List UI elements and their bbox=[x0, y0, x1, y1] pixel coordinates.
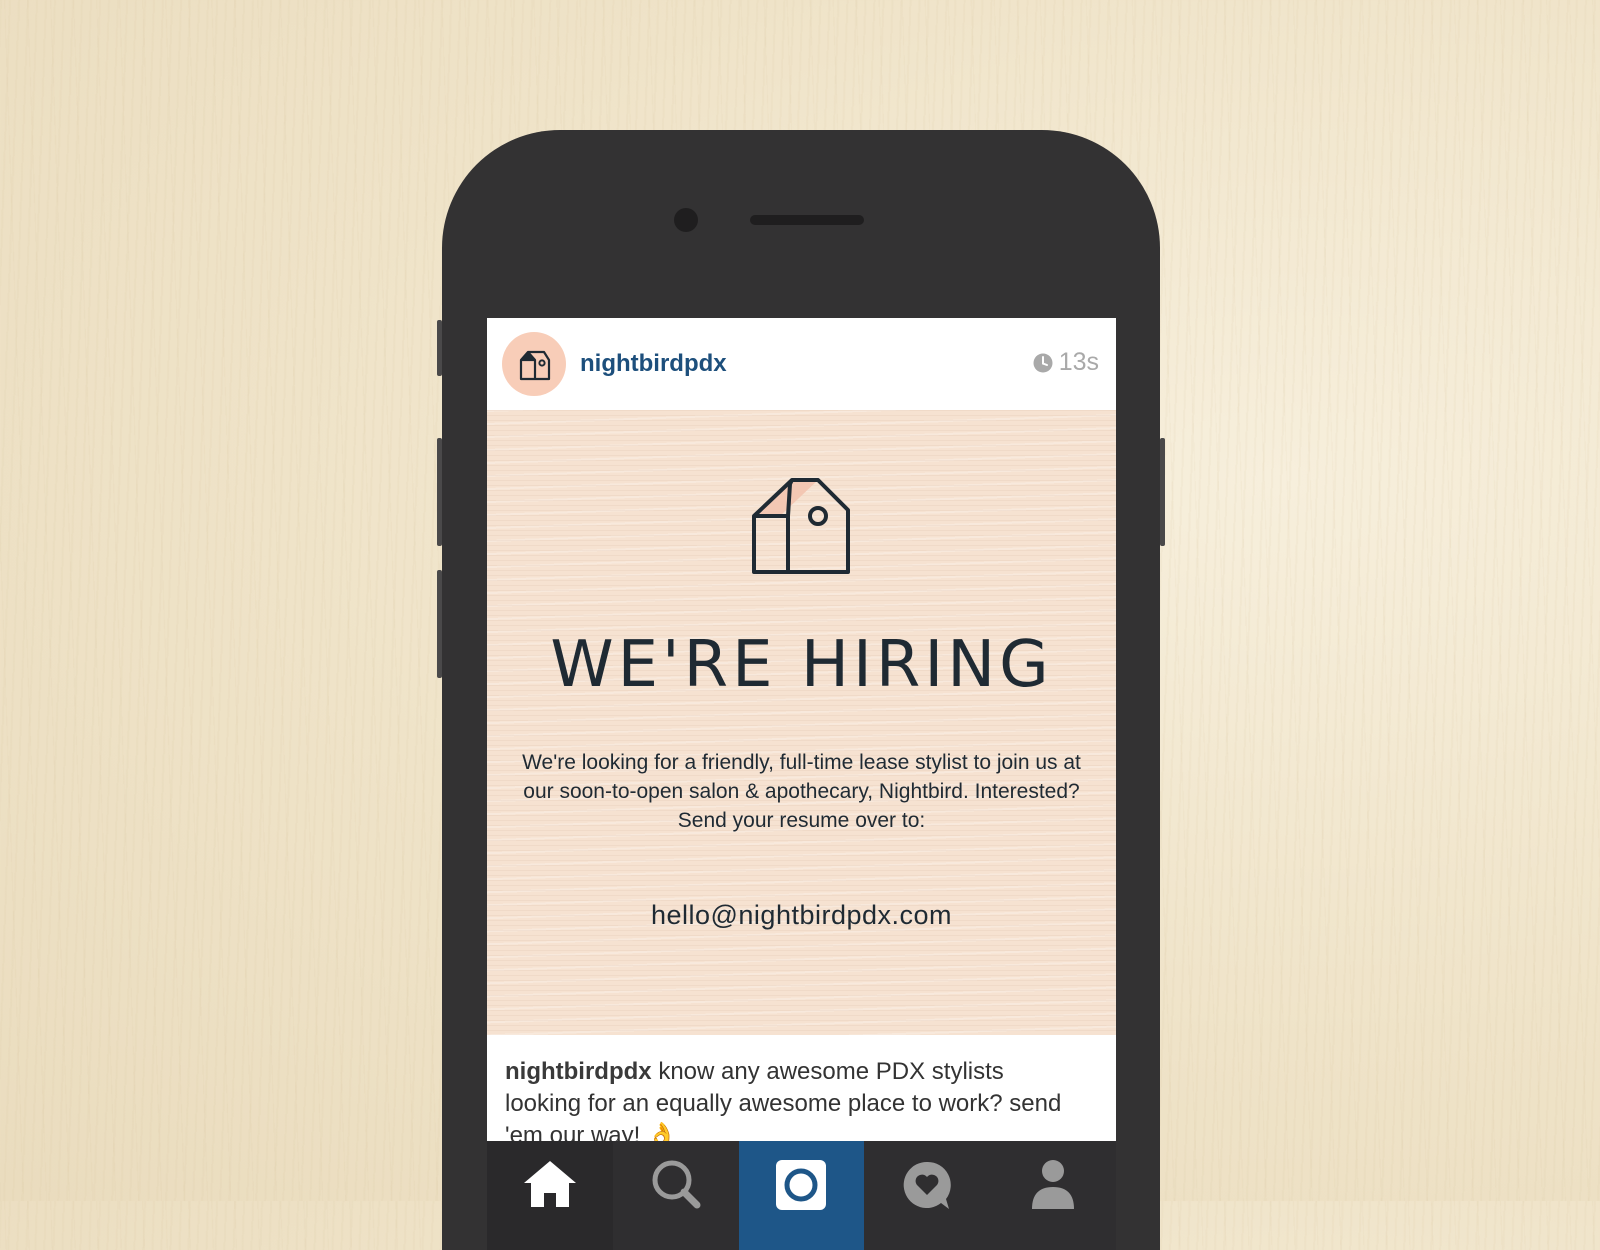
avatar[interactable] bbox=[502, 332, 566, 396]
phone-frame: nightbirdpdx 13s WE'RE HIRING We're look… bbox=[437, 130, 1165, 1250]
tab-profile[interactable] bbox=[990, 1141, 1116, 1250]
post-caption: nightbirdpdx know any awesome PDX stylis… bbox=[505, 1056, 1065, 1152]
mute-switch bbox=[437, 320, 442, 376]
post-email: hello@nightbirdpdx.com bbox=[650, 900, 953, 930]
post-body-text: We're looking for a friendly, full-time … bbox=[522, 751, 1081, 832]
search-icon bbox=[652, 1160, 701, 1209]
heart-bubble-icon bbox=[903, 1161, 952, 1209]
app-screen: nightbirdpdx 13s WE'RE HIRING We're look… bbox=[487, 318, 1116, 1250]
house-logo-icon bbox=[519, 350, 551, 381]
tab-explore[interactable] bbox=[613, 1141, 739, 1250]
time-ago-label: 13s bbox=[1058, 348, 1099, 376]
house-illustration-icon bbox=[752, 478, 850, 574]
camera-icon bbox=[776, 1160, 827, 1210]
tab-bar bbox=[487, 1141, 1116, 1250]
volume-down-button bbox=[437, 570, 442, 678]
post-username[interactable]: nightbirdpdx bbox=[580, 350, 727, 378]
post-image[interactable]: WE'RE HIRING We're looking for a friendl… bbox=[487, 410, 1116, 1035]
caption-username[interactable]: nightbirdpdx bbox=[505, 1058, 652, 1085]
home-icon bbox=[523, 1161, 576, 1207]
front-camera bbox=[674, 208, 698, 232]
earpiece-speaker bbox=[750, 215, 864, 225]
post-heading: WE'RE HIRING bbox=[550, 628, 1053, 702]
tab-home[interactable] bbox=[487, 1141, 613, 1250]
profile-icon bbox=[1032, 1160, 1075, 1209]
volume-up-button bbox=[437, 438, 442, 546]
clock-icon bbox=[1033, 353, 1053, 372]
tab-camera[interactable] bbox=[738, 1141, 865, 1250]
power-button bbox=[1160, 438, 1165, 546]
tab-activity[interactable] bbox=[864, 1141, 990, 1250]
post-timestamp: 13s bbox=[1033, 348, 1099, 377]
post-header: nightbirdpdx 13s bbox=[487, 318, 1116, 410]
